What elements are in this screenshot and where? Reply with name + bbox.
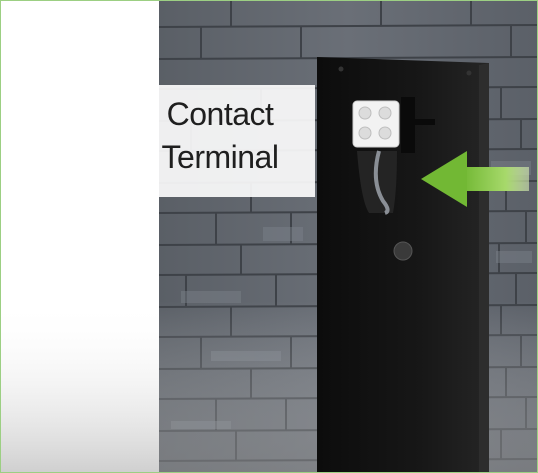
panel-edge: [479, 63, 489, 472]
callout-line-1: Contact: [166, 96, 274, 132]
product-photo: [1, 1, 537, 472]
screw-hole-icon: [338, 66, 344, 72]
callout-line-2: Terminal: [161, 139, 279, 175]
callout-label: Contact Terminal: [135, 93, 305, 179]
photo-frame: Contact Terminal: [0, 0, 538, 473]
screw-hole-icon: [466, 70, 472, 76]
panel-hole-icon: [393, 241, 413, 261]
